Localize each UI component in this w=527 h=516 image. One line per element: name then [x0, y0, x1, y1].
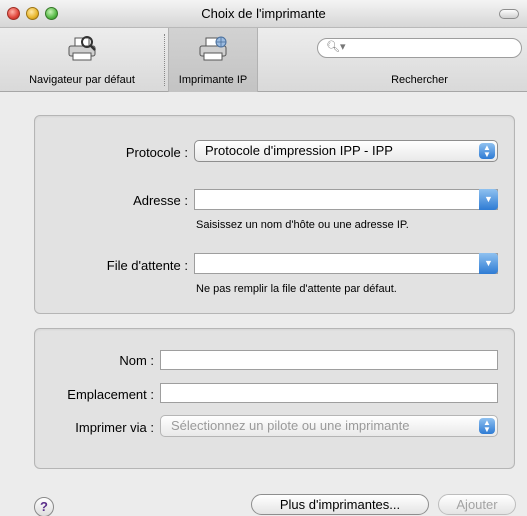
print-using-label: Imprimer via : — [75, 420, 154, 435]
chevron-down-icon[interactable]: ▼ — [479, 189, 498, 210]
toolbar-toggle-button[interactable] — [499, 9, 519, 19]
chevron-down-icon[interactable]: ▼ — [479, 253, 498, 274]
toolbar-ip-printer[interactable]: Imprimante IP — [168, 28, 258, 92]
protocol-popup[interactable]: Protocole d'impression IPP - IPP ▲ ▼ — [194, 140, 498, 162]
search-input[interactable]: 🔍︎▾ — [317, 38, 522, 58]
help-button[interactable]: ? — [34, 497, 54, 516]
address-combobox[interactable]: ▼ — [194, 189, 498, 210]
name-field[interactable] — [160, 350, 498, 370]
toolbar-default-browser-label: Navigateur par défaut — [29, 74, 135, 86]
toolbar-default-browser[interactable]: Navigateur par défaut — [0, 28, 164, 92]
printer-browser-window: Choix de l'imprimante Navigateur par déf… — [0, 0, 527, 516]
name-label: Nom : — [119, 353, 154, 368]
search-icon: 🔍︎▾ — [326, 41, 346, 53]
print-using-value: Sélectionnez un pilote ou une imprimante — [171, 418, 410, 433]
location-field[interactable] — [160, 383, 498, 403]
queue-label: File d'attente : — [106, 258, 188, 273]
protocol-popup-value: Protocole d'impression IPP - IPP — [205, 143, 393, 158]
title-bar: Choix de l'imprimante — [0, 0, 527, 28]
ip-printer-icon — [199, 36, 227, 61]
popup-stepper-icon: ▲ ▼ — [479, 418, 495, 434]
toolbar: Navigateur par défaut Imprimante IP Rech… — [0, 28, 527, 92]
add-button[interactable]: Ajouter — [438, 494, 516, 515]
toolbar-separator — [164, 34, 166, 86]
queue-hint: Ne pas remplir la file d'attente par déf… — [196, 283, 397, 295]
protocol-label: Protocole : — [125, 145, 188, 160]
address-label: Adresse : — [133, 193, 188, 208]
window-title: Choix de l'imprimante — [201, 6, 326, 21]
print-using-popup[interactable]: Sélectionnez un pilote ou une imprimante… — [160, 415, 498, 437]
location-label: Emplacement : — [67, 387, 154, 402]
printer-browser-icon — [68, 36, 96, 61]
toolbar-ip-printer-label: Imprimante IP — [178, 74, 248, 86]
toolbar-search-label: Rechercher — [391, 74, 448, 86]
more-printers-button[interactable]: Plus d'imprimantes... — [251, 494, 429, 515]
address-hint: Saisissez un nom d'hôte ou une adresse I… — [196, 219, 409, 231]
popup-stepper-icon: ▲ ▼ — [479, 143, 495, 159]
queue-combobox[interactable]: ▼ — [194, 253, 498, 274]
